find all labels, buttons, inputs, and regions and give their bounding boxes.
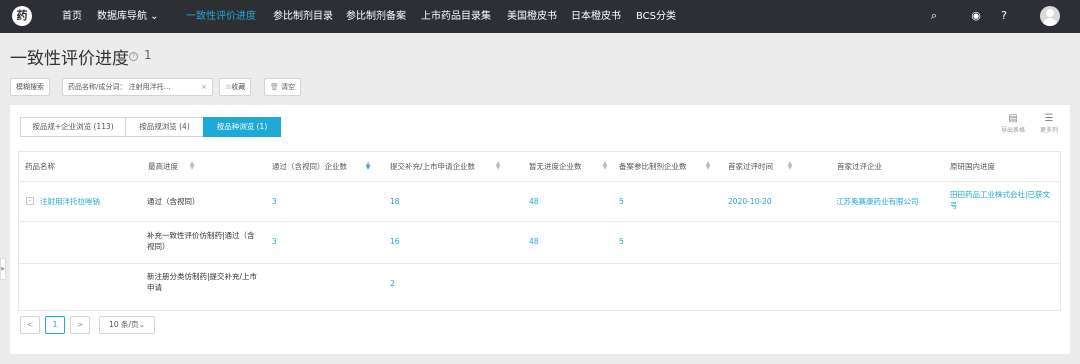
col-max-progress[interactable]: 最高进度: [148, 152, 178, 181]
sidebar-toggle-icon[interactable]: ▶: [0, 258, 6, 280]
bulb-icon[interactable]: ◉: [969, 9, 983, 23]
cell-first-date[interactable]: 2020-10-20: [728, 196, 772, 207]
nav-marketed-drugs[interactable]: 上市药品目录集: [421, 0, 491, 33]
cell-progress: 补充一致性评价仿制药|通过（含视同）: [147, 231, 255, 251]
sort-icon[interactable]: ▲ ▼: [705, 161, 711, 171]
nav-database-guide[interactable]: 数据库导航 ⌄: [97, 0, 159, 33]
close-icon[interactable]: ×: [201, 79, 207, 95]
col-original-progress: 原研国内进度: [950, 162, 995, 171]
cell-filed[interactable]: 5: [619, 236, 624, 247]
sort-icon[interactable]: ▲ ▼: [189, 161, 195, 171]
col-passed[interactable]: 通过（含视同）企业数: [272, 152, 347, 181]
page-title: 一致性评价进度: [10, 49, 129, 69]
next-page-button[interactable]: >: [70, 316, 90, 334]
cell-progress: 通过（含视同）: [147, 197, 200, 206]
nav-consistency-progress[interactable]: 一致性评价进度: [186, 0, 256, 33]
prev-page-button[interactable]: <: [20, 316, 40, 334]
drug-name-link[interactable]: 注射用泮托拉唑钠: [40, 196, 100, 207]
cell-submitted[interactable]: 2: [390, 278, 395, 289]
col-first-date[interactable]: 首家过评时间: [728, 152, 773, 181]
filter-chip[interactable]: 药品名称/成分词： 注射用泮托… ×: [62, 78, 213, 96]
col-first-company: 首家过评企业: [837, 162, 882, 171]
clear-label: 清空: [281, 83, 296, 91]
info-icon[interactable]: ?: [129, 52, 138, 61]
col-submitted[interactable]: 提交补充/上市申请企业数: [390, 152, 475, 181]
fuzzy-search-button[interactable]: 模糊搜索: [10, 78, 50, 96]
tab-spec-company[interactable]: 按品规+企业浏览 (113): [20, 117, 126, 137]
cell-original-progress[interactable]: 田田药品工业株式会社|已获文号: [950, 189, 1056, 211]
row-divider: [19, 181, 1060, 182]
row-divider: [19, 263, 1060, 264]
sort-icon[interactable]: ▲ ▼: [602, 161, 608, 171]
clear-button[interactable]: 🗑︎ 清空: [264, 78, 302, 96]
nav-home[interactable]: 首页: [62, 0, 82, 33]
nav-reference-filing[interactable]: 参比制剂备案: [346, 0, 406, 33]
favorite-button[interactable]: ☆收藏: [219, 78, 252, 96]
nav-bcs[interactable]: BCS分类: [636, 0, 676, 33]
sort-icon[interactable]: ▲ ▼: [495, 161, 501, 171]
cell-passed[interactable]: 3: [272, 236, 277, 247]
col-drug-name: 药品名称: [25, 162, 55, 171]
results-table: 药品名称 最高进度 ▲ ▼ 通过（含视同）企业数 ▲ ▼ 提交补充/上市申请企业数 …: [18, 151, 1061, 311]
cell-no-progress[interactable]: 48: [529, 236, 539, 247]
list-icon: ☰: [1044, 113, 1054, 124]
cell-passed[interactable]: 3: [272, 196, 277, 207]
cell-submitted[interactable]: 18: [390, 196, 400, 207]
avatar[interactable]: [1040, 6, 1060, 26]
cell-submitted[interactable]: 16: [390, 236, 400, 247]
help-icon[interactable]: ?: [997, 9, 1011, 23]
col-filed[interactable]: 备案参比制剂企业数: [619, 152, 687, 181]
row-divider: [19, 221, 1060, 222]
more-columns-button[interactable]: ☰ 更多列: [1034, 113, 1064, 134]
table-icon: ▤: [1008, 113, 1018, 124]
result-count: 1: [144, 48, 152, 62]
cell-no-progress[interactable]: 48: [529, 196, 539, 207]
export-label: 导出表格: [1000, 127, 1025, 134]
top-nav: 药 首页 数据库导航 ⌄ 一致性评价进度 参比制剂目录 参比制剂备案 上市药品目…: [0, 0, 1080, 33]
more-label: 更多列: [1039, 127, 1058, 134]
logo-icon[interactable]: 药: [12, 6, 32, 26]
page-size-select[interactable]: 10 条/页⌄: [99, 316, 155, 334]
nav-us-orange-book[interactable]: 美国橙皮书: [507, 0, 557, 33]
tab-spec[interactable]: 按品规浏览 (4): [125, 117, 204, 137]
trash-icon: 🗑︎: [270, 83, 282, 91]
search-icon[interactable]: ⌕: [927, 9, 941, 23]
tab-variety[interactable]: 按品种浏览 (1): [203, 117, 281, 137]
collapse-toggle-icon[interactable]: -: [26, 197, 34, 205]
cell-first-company[interactable]: 江苏奥赛康药业有限公司: [836, 196, 919, 207]
sort-icon[interactable]: ▲ ▼: [365, 161, 371, 171]
nav-reference-catalog[interactable]: 参比制剂目录: [273, 0, 333, 33]
filter-chip-label: 药品名称/成分词： 注射用泮托…: [68, 83, 171, 91]
col-no-progress[interactable]: 暂无进度企业数: [529, 152, 582, 181]
cell-filed[interactable]: 5: [619, 196, 624, 207]
sort-icon[interactable]: ▲ ▼: [787, 161, 793, 171]
nav-jp-orange-book[interactable]: 日本橙皮书: [571, 0, 621, 33]
page-1-button[interactable]: 1: [45, 316, 65, 334]
results-panel: 按品规+企业浏览 (113) 按品规浏览 (4) 按品种浏览 (1) ▤ 导出表…: [10, 105, 1070, 354]
export-table-button[interactable]: ▤ 导出表格: [998, 113, 1028, 134]
cell-progress: 新注册分类仿制药|提交补充/上市申请: [147, 272, 258, 292]
